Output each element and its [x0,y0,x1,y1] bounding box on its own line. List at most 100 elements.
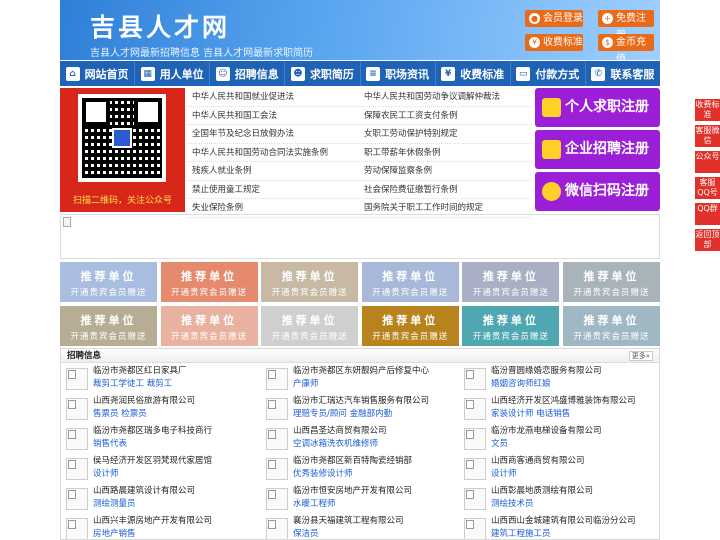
company-name[interactable]: 山西西山金城建筑有限公司临汾分公司 [491,513,657,528]
job-positions[interactable]: 婚姻咨询师红娘 [491,378,657,390]
nav-resumes[interactable]: ☻ 求职简历 [285,61,361,86]
company-logo[interactable] [266,488,288,510]
banner-ad[interactable] [60,214,660,259]
recommended-tile[interactable]: 推荐单位 开通贵宾会员赠送 [562,306,660,346]
company-logo[interactable] [464,458,486,480]
job-positions[interactable]: 设计师 [491,468,657,480]
company-name[interactable]: 临汾市尧都区瑞多电子科技商行 [93,423,261,438]
law-link[interactable]: 中华人民共和国工会法 [188,107,360,125]
job-positions[interactable]: 裁剪工学徒工 裁剪工 [93,378,261,390]
nav-jobs[interactable]: ☺ 招聘信息 [210,61,286,86]
job-positions[interactable]: 建筑工程施工员 [491,528,657,539]
recommended-tile[interactable]: 推荐单位 开通贵宾会员赠送 [60,306,157,346]
company-logo[interactable] [464,428,486,450]
job-positions[interactable]: 售票员 检票员 [93,408,261,420]
job-positions[interactable]: 优秀装修设计师 [293,468,459,480]
recommended-tile[interactable]: 推荐单位 开通贵宾会员赠送 [462,262,560,302]
nav-payment[interactable]: ▭ 付款方式 [511,61,586,86]
job-positions[interactable]: 保洁员 [293,528,459,539]
job-positions[interactable]: 家装设计师 电话销售 [491,408,657,420]
company-name[interactable]: 山西商客通商贸有限公司 [491,453,657,468]
company-name[interactable]: 山西彰晨地质测绘有限公司 [491,483,657,498]
job-positions[interactable]: 产康师 [293,378,459,390]
company-name[interactable]: 襄汾县天福建筑工程有限公司 [293,513,459,528]
law-link[interactable]: 社会保险费征缴暂行条例 [360,181,532,199]
company-logo[interactable] [66,368,88,390]
company-name[interactable]: 山西兴丰源房地产开发有限公司 [93,513,261,528]
company-name[interactable]: 临汾市尧都区新百特陶瓷经销部 [293,453,459,468]
company-logo[interactable] [66,458,88,480]
law-link[interactable]: 职工带薪年休假条例 [360,144,532,162]
job-positions[interactable]: 水暖工程师 [293,498,459,510]
nav-employers[interactable]: ▦ 用人单位 [135,61,211,86]
company-name[interactable]: 临汾市尧都区红日家具厂 [93,363,261,378]
nav-news[interactable]: ≡ 职场资讯 [361,61,436,86]
company-name[interactable]: 山西路晨建筑设计有限公司 [93,483,261,498]
job-positions[interactable]: 房地产销售 [93,528,261,539]
company-logo[interactable] [266,518,288,539]
job-positions[interactable]: 测绘技术员 [491,498,657,510]
company-logo[interactable] [266,398,288,420]
recommended-tile[interactable]: 推荐单位 开通贵宾会员赠送 [361,262,459,302]
float-pricing[interactable]: 收费标准 [695,99,720,121]
recommended-tile[interactable]: 推荐单位 开通贵宾会员赠送 [361,306,459,346]
job-positions[interactable]: 销售代表 [93,438,261,450]
company-logo[interactable] [266,458,288,480]
pricing-button[interactable]: ¥ 收费标准 [525,34,583,51]
login-button[interactable]: ● 会员登录 [525,10,583,27]
recommended-tile[interactable]: 推荐单位 开通贵宾会员赠送 [261,262,359,302]
more-link[interactable]: 更多» [628,351,653,361]
company-name[interactable]: 侯马经济开发区羽梵现代家居馆 [93,453,261,468]
company-logo[interactable] [66,428,88,450]
nav-home[interactable]: ⌂ 网站首页 [60,61,136,86]
site-title[interactable]: 吉县人才网 [90,8,230,44]
company-logo[interactable] [266,428,288,450]
float-service-qq[interactable]: 客服QQ号 [695,177,720,199]
recommended-tile[interactable]: 推荐单位 开通贵宾会员赠送 [462,306,560,346]
company-name[interactable]: 山西昌圣达商贸有限公司 [293,423,459,438]
job-positions[interactable]: 设计师 [93,468,261,480]
law-link[interactable]: 中华人民共和国就业促进法 [188,88,360,106]
job-positions[interactable]: 文员 [491,438,657,450]
company-name[interactable]: 山西尧润民俗旅游有限公司 [93,393,261,408]
law-link[interactable]: 保障农民工工资支付条例 [360,107,532,125]
recharge-button[interactable]: $ 金币充值 [598,34,654,60]
law-link[interactable]: 女职工劳动保护特别规定 [360,125,532,143]
float-qq-group[interactable]: QQ群 [695,203,720,225]
company-logo[interactable] [464,518,486,539]
float-back-to-top[interactable]: 返回顶部 [695,229,720,251]
jobseeker-register-button[interactable]: 个人求职注册 [535,88,660,127]
company-name[interactable]: 临汾市恒安房地产开发有限公司 [293,483,459,498]
company-logo[interactable] [266,368,288,390]
law-link[interactable]: 残疾人就业条例 [188,162,360,180]
law-link[interactable]: 禁止使用童工规定 [188,181,360,199]
company-logo[interactable] [66,398,88,420]
recommended-tile[interactable]: 推荐单位 开通贵宾会员赠送 [160,306,258,346]
law-link[interactable]: 全国年节及纪念日放假办法 [188,125,360,143]
company-name[interactable]: 临汾市尧都区东妍靓妈产后修复中心 [293,363,459,378]
law-link[interactable]: 中华人民共和国劳动争议调解仲裁法 [360,88,532,106]
nav-pricing[interactable]: ¥ 收费标准 [436,61,511,86]
recommended-tile[interactable]: 推荐单位 开通贵宾会员赠送 [160,262,258,302]
company-logo[interactable] [464,368,486,390]
law-link[interactable]: 中华人民共和国劳动合同法实施条例 [188,144,360,162]
job-positions[interactable]: 空调冰箱洗衣机维修师 [293,438,459,450]
company-name[interactable]: 临汾市汇瑞达汽车销售服务有限公司 [293,393,459,408]
company-name[interactable]: 山西经济开发区鸿盛博雅装饰有限公司 [491,393,657,408]
company-logo[interactable] [66,488,88,510]
company-logo[interactable] [66,518,88,539]
recommended-tile[interactable]: 推荐单位 开通贵宾会员赠送 [60,262,157,302]
float-official-account[interactable]: 公众号 [695,151,720,173]
employer-register-button[interactable]: 企业招聘注册 [535,130,660,169]
nav-contact[interactable]: ✆ 联系客服 [586,61,660,86]
company-name[interactable]: 临汾晋圆缘婚恋服务有限公司 [491,363,657,378]
company-name[interactable]: 临汾市龙燕电梯设备有限公司 [491,423,657,438]
wechat-register-button[interactable]: 微信扫码注册 [535,172,660,211]
law-link[interactable]: 劳动保障监察条例 [360,162,532,180]
company-logo[interactable] [464,398,486,420]
job-positions[interactable]: 理赔专员/顾问 金融部内勤 [293,408,459,420]
recommended-tile[interactable]: 推荐单位 开通贵宾会员赠送 [261,306,359,346]
register-button[interactable]: +免费注册 [598,10,654,41]
company-logo[interactable] [464,488,486,510]
float-service-wechat[interactable]: 客服微信 [695,125,720,147]
